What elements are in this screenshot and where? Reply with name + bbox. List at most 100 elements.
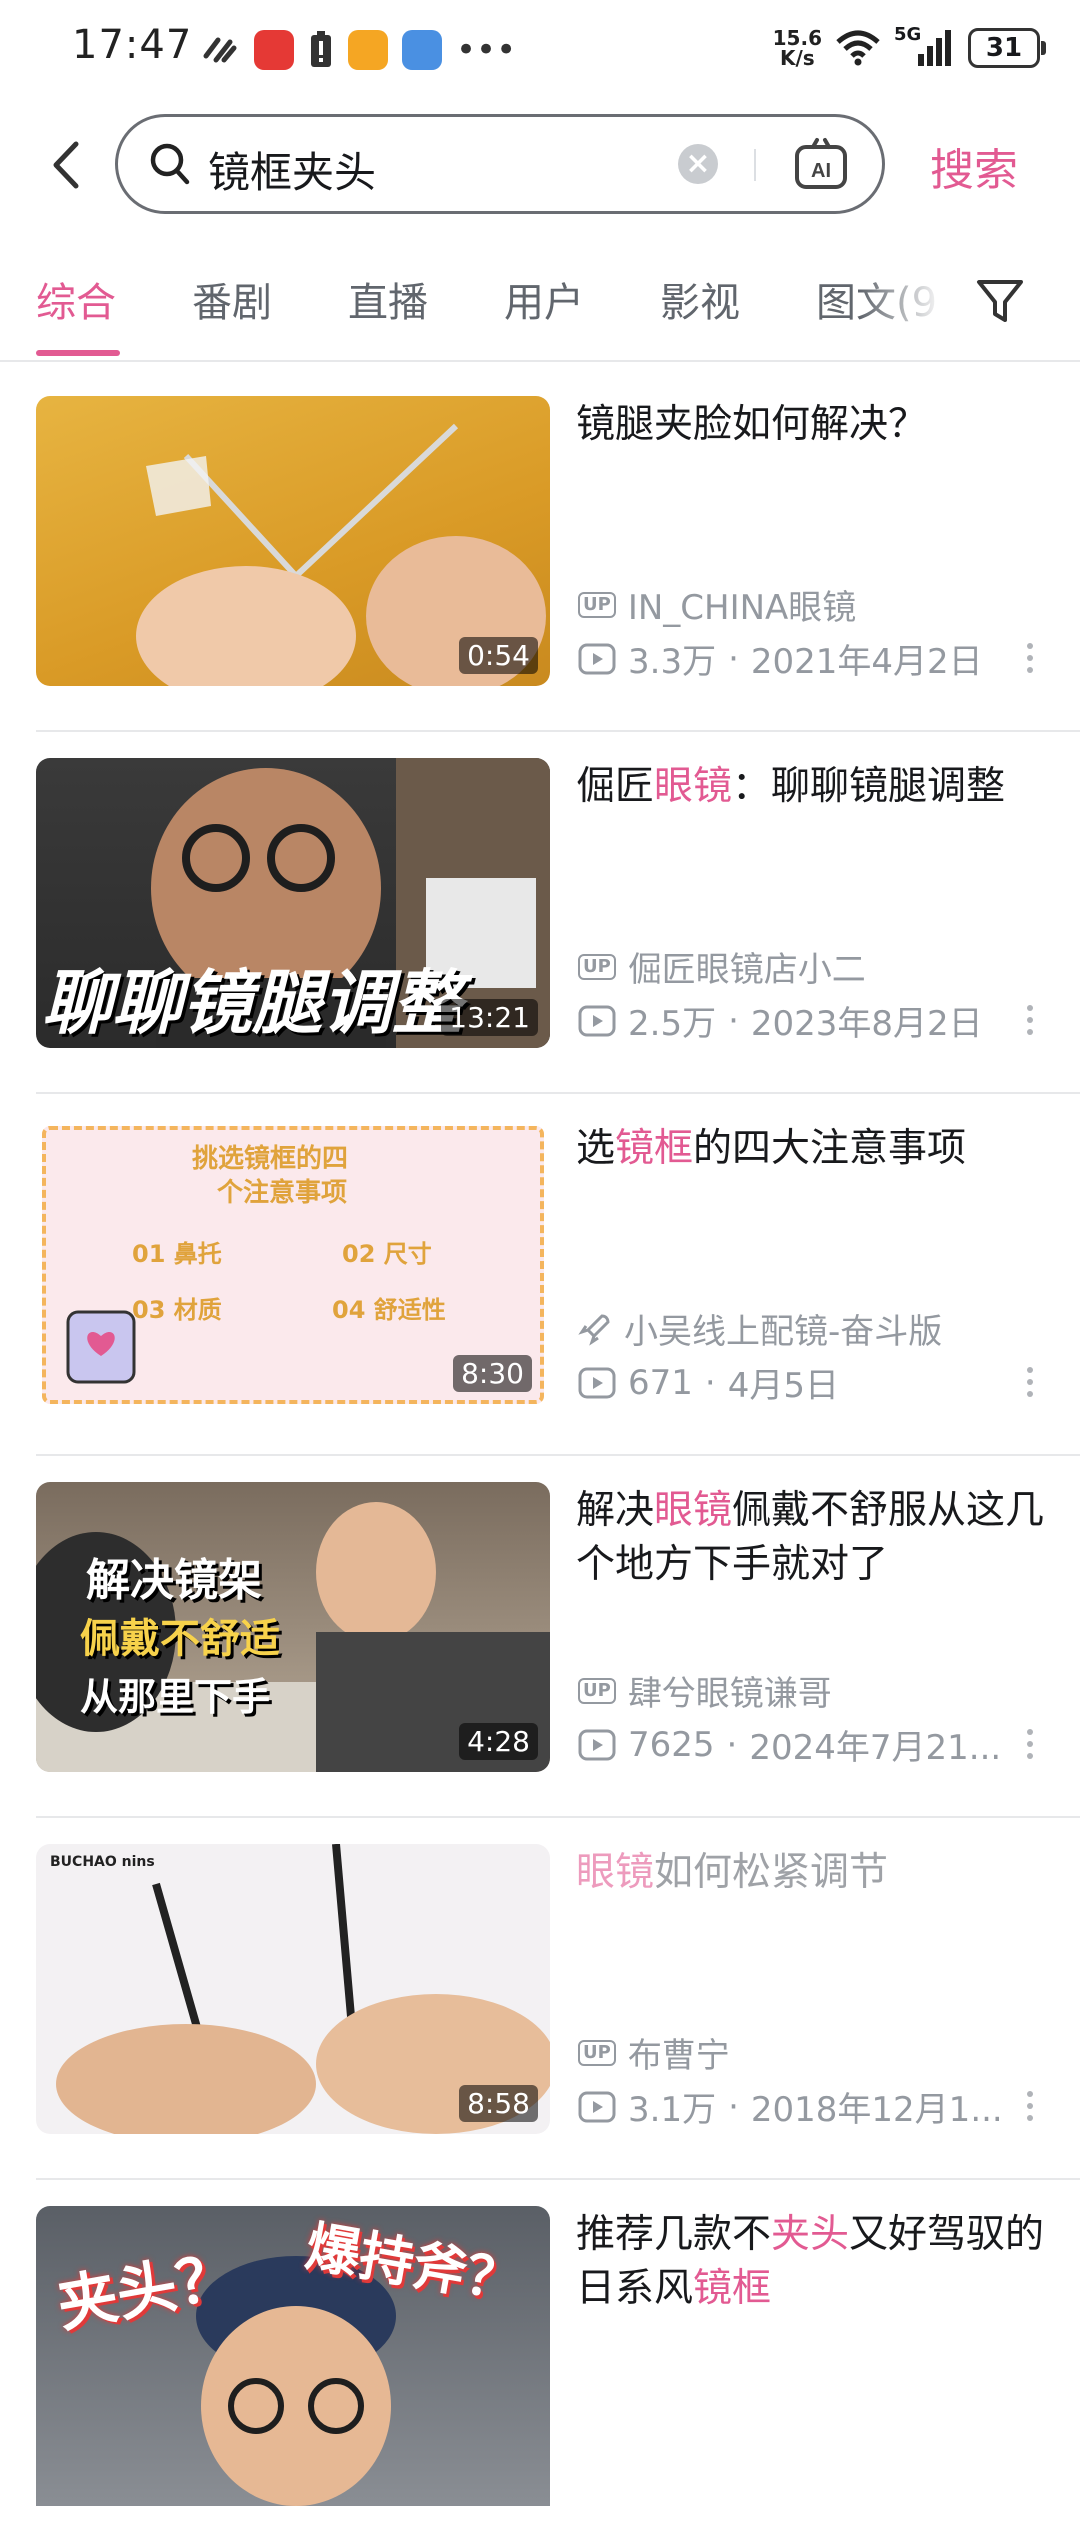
view-count: 671 [628,1362,693,1403]
notification-icons: ••• [200,30,516,70]
search-header: 镜框夹头 × AI 搜索 [0,110,1080,220]
video-stats: 3.3万 · 2021年4月2日 [578,634,983,683]
thumbnail-title-line: 个注意事项 [217,1178,348,1208]
thumbnail-title-line: 挑选镜框的四 [192,1144,349,1174]
title-text: 镜腿夹脸如何解决？ [576,402,928,447]
video-duration: 0:54 [459,637,538,674]
app-notification-icon [348,30,388,70]
video-duration: 4:28 [459,1723,538,1760]
uploader-row[interactable]: UP 布曹宁 [578,2028,730,2077]
video-title[interactable]: 选镜框的四大注意事项 [576,1122,1046,1176]
system-indicators: 15.6 K/s 5G 31 [772,24,1046,68]
video-title[interactable]: 解决眼镜佩戴不舒服从这几个地方下手就对了 [576,1484,1046,1592]
play-count-icon [578,1729,616,1760]
status-bar: 17:47 ••• 15.6 K/s 5G 31 [0,0,1080,100]
play-count-icon [578,643,616,674]
cell-signal-icon: 5G [894,24,954,68]
ai-assistant-icon[interactable]: AI [793,137,849,191]
title-highlight: 眼镜 [654,1488,733,1533]
uploader-row[interactable]: UP 倔匠眼镜店小二 [578,942,866,991]
tab-anime[interactable]: 番剧 [192,270,272,328]
more-options-icon[interactable] [1020,1364,1040,1400]
tab-film[interactable]: 影视 [660,270,740,328]
title-highlight: 镜框 [615,1126,694,1171]
video-thumbnail[interactable]: BUCHAO nins 8:58 [36,1844,550,2134]
video-duration: 13:21 [441,999,538,1036]
active-tab-indicator [36,350,120,356]
uploader-name: IN_CHINA眼镜 [627,588,857,628]
thumbnail-caption: 从那里下手 [80,1675,271,1719]
view-count: 3.3万 [628,642,717,682]
more-options-icon[interactable] [1020,640,1040,676]
net-speed-value: 15.6 [772,26,822,50]
search-button[interactable]: 搜索 [930,134,1018,198]
video-thumbnail[interactable]: 解决镜架 佩戴不舒适 从那里下手 4:28 [36,1482,550,1772]
uploader-row[interactable]: 小吴线上配镜-奋斗版 [578,1304,942,1353]
video-title[interactable]: 倔匠眼镜：聊聊镜腿调整 [576,760,1046,814]
tab-live[interactable]: 直播 [348,270,428,328]
title-text: 选 [576,1126,616,1171]
view-count: 7625 [628,1724,715,1765]
link-icon [203,37,237,63]
title-text: 倔匠 [576,764,655,809]
video-stats: 2.5万 · 2023年8月2日 [578,996,983,1045]
divider [754,149,756,181]
title-highlight: 镜框 [693,2266,772,2311]
list-item[interactable]: 挑选镜框的四 个注意事项 01 鼻托 02 尺寸 03 材质 04 舒适性 8:… [0,1094,1080,1456]
dot-separator: · [728,1000,739,1041]
filter-icon[interactable] [975,276,1025,326]
up-badge: UP [578,953,616,980]
view-count: 2.5万 [628,1004,717,1044]
video-title[interactable]: 推荐几款不夹头又好驾驭的日系风镜框 [576,2208,1046,2316]
more-options-icon[interactable] [1020,1002,1040,1038]
publish-date: 2024年7月21... [749,1728,1002,1768]
publish-date: 2018年12月1... [750,2090,1003,2130]
title-text: 的四大注意事项 [693,1126,967,1171]
video-thumbnail[interactable]: 聊聊镜腿调整 13:21 [36,758,550,1048]
battery-indicator: 31 [968,28,1046,68]
more-options-icon[interactable] [1020,2088,1040,2124]
thumbnail-point: 01 鼻托 [132,1240,222,1268]
up-badge: UP [578,591,616,618]
video-thumbnail[interactable]: 0:54 [36,396,550,686]
video-stats: 671 · 4月5日 [578,1358,839,1407]
app-notification-icon [254,30,294,70]
thumbnail-point: 02 尺寸 [342,1240,432,1268]
list-item[interactable]: 夹头？ 爆持斧？ 推荐几款不夹头又好驾驭的日系风镜框 [0,2180,1080,2542]
up-badge: UP [578,1677,616,1704]
list-item[interactable]: BUCHAO nins 8:58 眼镜如何松紧调节 UP 布曹宁 3.1万 · 201… [0,1818,1080,2180]
video-stats: 7625 · 2024年7月21... [578,1720,1001,1769]
uploader-row[interactable]: UP 肆兮眼镜谦哥 [578,1666,832,1715]
video-title[interactable]: 镜腿夹脸如何解决？ [576,398,1046,452]
search-icon [150,143,190,185]
clear-icon[interactable]: × [678,144,718,184]
list-item[interactable]: 聊聊镜腿调整 13:21 倔匠眼镜：聊聊镜腿调整 UP 倔匠眼镜店小二 2.5万 ·… [0,732,1080,1094]
back-arrow-icon[interactable] [40,130,100,200]
battery-alert-icon [311,31,331,67]
uploader-row[interactable]: UP IN_CHINA眼镜 [578,580,856,629]
title-highlight: 眼镜 [576,1850,655,1895]
title-text: 推荐几款不 [576,2212,772,2257]
video-title[interactable]: 眼镜如何松紧调节 [576,1846,1046,1900]
tab-fade-overlay [860,250,980,350]
dot-separator: · [704,1362,716,1403]
dot-separator: · [726,1724,738,1765]
video-thumbnail[interactable]: 挑选镜框的四 个注意事项 01 鼻托 02 尺寸 03 材质 04 舒适性 8:… [36,1120,550,1410]
video-duration: 8:30 [453,1355,532,1392]
list-item[interactable]: 0:54 镜腿夹脸如何解决？ UP IN_CHINA眼镜 3.3万 · 2021年4月… [0,370,1080,732]
more-options-icon[interactable] [1020,1726,1040,1762]
tab-all[interactable]: 综合 [36,270,116,328]
thumbnail-brand: BUCHAO nins [50,1854,155,1870]
category-tabs: 综合 番剧 直播 用户 影视 图文(9 [0,250,1080,362]
video-stats: 3.1万 · 2018年12月1... [578,2082,1003,2131]
thumbnail-caption: 佩戴不舒适 [80,1616,280,1662]
thumbnail-caption: 解决镜架 [86,1555,262,1606]
tab-users[interactable]: 用户 [504,270,584,328]
search-input[interactable]: 镜框夹头 × AI [115,114,885,214]
rocket-icon [578,1313,610,1346]
search-query[interactable]: 镜框夹头 [208,139,376,200]
view-count: 3.1万 [628,2090,717,2130]
video-thumbnail[interactable]: 夹头？ 爆持斧？ [36,2206,550,2506]
list-item[interactable]: 解决镜架 佩戴不舒适 从那里下手 4:28 解决眼镜佩戴不舒服从这几个地方下手就… [0,1456,1080,1818]
dot-separator: · [728,2086,739,2127]
